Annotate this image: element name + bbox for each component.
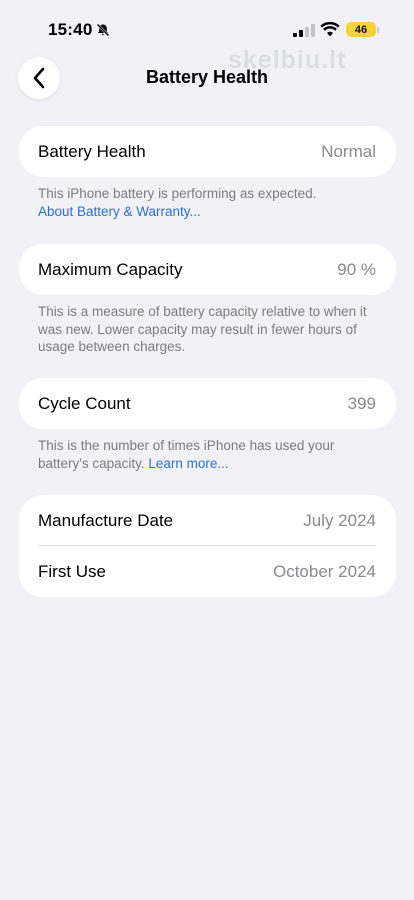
battery-health-value: Normal	[321, 141, 376, 161]
maximum-capacity-value: 90 %	[337, 259, 376, 279]
first-use-row: First Use October 2024	[19, 546, 396, 597]
manufacture-date-row: Manufacture Date July 2024	[19, 495, 396, 546]
cycle-count-note: This is the number of times iPhone has u…	[38, 437, 378, 472]
cycle-count-label: Cycle Count	[38, 393, 131, 413]
cycle-count-value: 399	[347, 393, 376, 413]
battery-health-note-text: This iPhone battery is performing as exp…	[38, 186, 317, 201]
cycle-count-row: Cycle Count 399	[19, 378, 396, 429]
dates-card: Manufacture Date July 2024 First Use Oct…	[19, 495, 396, 597]
maximum-capacity-card: Maximum Capacity 90 %	[19, 244, 396, 295]
battery-health-row: Battery Health Normal	[19, 126, 396, 177]
maximum-capacity-note: This is a measure of battery capacity re…	[38, 304, 367, 354]
battery-tip	[377, 27, 379, 33]
manufacture-date-value: July 2024	[303, 510, 376, 530]
maximum-capacity-label: Maximum Capacity	[38, 259, 183, 279]
wifi-icon	[320, 22, 340, 37]
status-time: 15:40	[48, 20, 93, 39]
manufacture-date-label: Manufacture Date	[38, 510, 174, 530]
battery-health-card: Battery Health Normal	[19, 126, 396, 177]
page-title: Battery Health	[145, 67, 269, 87]
learn-more-link[interactable]: Learn more...	[148, 456, 228, 471]
maximum-capacity-row: Maximum Capacity 90 %	[19, 244, 396, 295]
battery-level: 46	[354, 23, 368, 36]
first-use-label: First Use	[38, 561, 106, 581]
bell-slash-icon	[96, 23, 110, 37]
cellular-signal-icon	[293, 24, 315, 37]
status-bar: 15:40 46	[0, 0, 414, 56]
about-battery-warranty-link[interactable]: About Battery & Warranty...	[38, 204, 201, 219]
battery-health-label: Battery Health	[38, 141, 146, 161]
battery-icon: 46	[346, 22, 376, 37]
battery-health-note: This iPhone battery is performing as exp…	[38, 185, 378, 220]
cycle-count-card: Cycle Count 399	[19, 378, 396, 429]
first-use-value: October 2024	[272, 561, 376, 581]
